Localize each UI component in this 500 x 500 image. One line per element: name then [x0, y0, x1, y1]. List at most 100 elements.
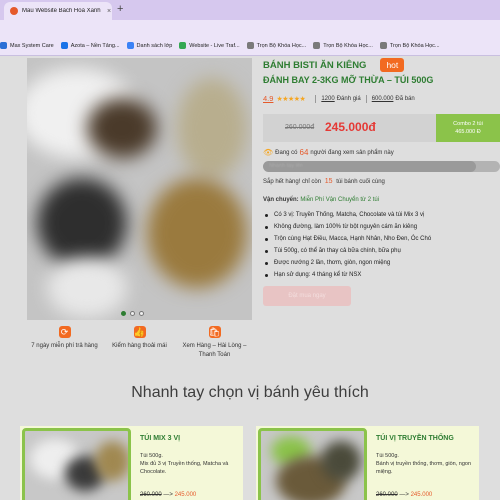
product-title-text: BÁNH BISTI ĂN KIÊNG	[263, 59, 367, 71]
refresh-icon: ⟳	[58, 326, 71, 338]
browser-tabbar: Mẫu Website Bách Hoá Xanh × +	[0, 0, 500, 20]
gallery-dot[interactable]	[121, 311, 126, 316]
card-price: 260.000 —> 245.000	[376, 492, 432, 498]
progress-label: Nhanh tay lên	[269, 163, 303, 169]
sold-label: Đã bán	[395, 95, 415, 102]
page-content: ⟳ 7 ngày miễn phí trả hàng 👍 Kiểm hàng thoả…	[0, 56, 500, 500]
combo-price: 465.000 Đ	[455, 129, 481, 136]
card-new-price: 245.000	[410, 492, 433, 498]
bookmark-label: Azota – Nền Tảng...	[70, 42, 120, 49]
viewers-notice: 👁 Đang có 64 người đang xem sản phẩm này	[263, 148, 495, 157]
product-image-gallery[interactable]	[27, 58, 252, 320]
bookmark-item[interactable]: Trọn Bộ Khóa Học...	[313, 42, 373, 49]
bookmark-label: Trọn Bộ Khóa Học...	[256, 42, 307, 49]
shopping-bag-icon: 🛍	[208, 326, 221, 338]
buy-now-button[interactable]: Đặt mua ngay	[263, 286, 351, 306]
feature-label: Xem Hàng – Hài Lòng – Thanh Toán	[182, 343, 247, 358]
divider	[365, 94, 367, 103]
site-favicon-icon	[10, 7, 18, 15]
thumbs-up-icon: 👍	[133, 326, 146, 338]
rating-value: 4.9	[263, 94, 274, 103]
highlight-item: Túi 500g, có thể ăn thay cả bữa chính, b…	[263, 248, 495, 254]
feature-label: 7 ngày miễn phí trả hàng	[31, 343, 98, 349]
viewers-count: 64	[299, 148, 309, 157]
divider	[315, 94, 317, 103]
card-price-arrow: —>	[163, 492, 173, 498]
bookmark-favicon-icon	[379, 42, 387, 49]
close-tab-icon[interactable]: ×	[107, 8, 111, 15]
highlight-item: Trộn cùng Hạt Điều, Macca, Hạnh Nhân, Nh…	[263, 236, 495, 242]
price-box: 260.000đ 245.000đ Combo 2 túi 465.000 Đ	[263, 114, 500, 142]
combo-label: Combo 2 túi	[453, 121, 483, 127]
browser-tab[interactable]: Mẫu Website Bách Hoá Xanh ×	[4, 2, 112, 20]
bookmarks-bar: Max System Care Azota – Nền Tảng... Danh s…	[0, 36, 500, 56]
bookmark-favicon-icon	[246, 42, 254, 49]
product-title-line1: BÁNH BISTI ĂN KIÊNG hot	[263, 58, 495, 72]
card-name[interactable]: TÚI MIX 3 VỊ	[140, 435, 180, 442]
gallery-pagination	[121, 311, 144, 316]
bookmark-label: Trọn Bộ Khóa Học...	[323, 42, 373, 49]
gallery-dot[interactable]	[130, 311, 135, 316]
card-new-price: 245.000	[174, 492, 197, 498]
bookmark-item[interactable]: Trọn Bộ Khóa Học...	[246, 42, 307, 49]
card-price: 260.000 —> 245.000	[140, 492, 196, 498]
viewers-suffix: người đang xem sản phẩm này	[310, 149, 394, 156]
bookmark-favicon-icon	[60, 42, 68, 49]
bookmark-favicon-icon	[0, 42, 7, 49]
combo-offer-button[interactable]: Combo 2 túi 465.000 Đ	[436, 114, 500, 142]
shipping-label: Vận chuyển:	[263, 197, 299, 203]
old-price: 260.000đ	[285, 124, 315, 131]
bookmark-label: Trọn Bộ Khóa Học...	[389, 42, 440, 49]
bookmark-favicon-icon	[126, 42, 134, 49]
product-title-line2: ĐÁNH BAY 2-3KG MỠ THỪA – TÚI 500G	[263, 75, 434, 85]
new-tab-button[interactable]: +	[117, 3, 123, 15]
shipping-value: Miễn Phí Vận Chuyển từ 2 túi	[300, 197, 380, 203]
sale-price: 245.000đ	[325, 120, 376, 134]
card-price-arrow: —>	[399, 492, 409, 498]
shipping-info: Vận chuyển: Miễn Phí Vận Chuyển từ 2 túi	[263, 197, 495, 207]
rating-stars-icon: ★★★★★	[276, 95, 306, 103]
lowstock-prefix: Sắp hết hàng! chỉ còn	[263, 179, 322, 185]
section-title: Nhanh tay chọn vị bánh yêu thích	[131, 384, 369, 401]
bookmark-item[interactable]: Azota – Nền Tảng...	[60, 42, 120, 49]
viewers-prefix: Đang có	[275, 149, 298, 156]
reviews-label: Đánh giá	[336, 95, 361, 102]
stock-progress-bar: Nhanh tay lên	[263, 161, 500, 172]
hot-badge: hot	[380, 58, 405, 72]
bookmark-item[interactable]: Website - Live Traf...	[179, 42, 240, 49]
gallery-dot[interactable]	[139, 311, 144, 316]
card-name[interactable]: TÚI VỊ TRUYỀN THỐNG	[376, 435, 454, 442]
bookmark-label: Website - Live Traf...	[189, 42, 240, 49]
bookmark-label: Max System Care	[10, 42, 54, 49]
highlight-item: Không đường, làm 100% từ bột nguyên cám …	[263, 224, 495, 230]
card-desc: Túi 500g. Mix đủ 3 vị Truyền thống, Matc…	[140, 453, 229, 475]
bookmark-favicon-icon	[313, 42, 321, 49]
highlight-item: Có 3 vị: Truyền Thống, Matcha, Chocolate…	[263, 212, 495, 218]
bookmark-label: Danh sách lớp	[136, 42, 173, 49]
tab-title: Mẫu Website Bách Hoá Xanh	[22, 8, 101, 14]
product-card[interactable]: TÚI MIX 3 VỊ Túi 500g. Mix đủ 3 vị Truyề…	[20, 426, 243, 500]
product-info: BÁNH BISTI ĂN KIÊNG hot ĐÁNH BAY 2-3KG M…	[263, 58, 500, 306]
service-feature: 🛍 Xem Hàng – Hài Lòng – Thanh Toán	[177, 326, 252, 382]
product-card-image[interactable]	[22, 428, 131, 500]
bookmark-item[interactable]: Max System Care	[0, 42, 54, 49]
reviews-count[interactable]: 1200	[321, 96, 334, 102]
highlight-item: Hạn sử dụng: 4 tháng kể từ NSX	[263, 272, 495, 278]
bookmark-item[interactable]: Trọn Bộ Khóa Học...	[379, 42, 440, 49]
card-old-price: 260.000	[376, 492, 398, 498]
address-bar[interactable]	[0, 20, 500, 36]
bookmark-favicon-icon	[179, 42, 187, 49]
product-card-image[interactable]	[258, 428, 367, 500]
product-card[interactable]: TÚI VỊ TRUYỀN THỐNG Túi 500g. Bánh vị tr…	[256, 426, 479, 500]
bookmark-item[interactable]: Danh sách lớp	[126, 42, 173, 49]
lowstock-suffix: túi bánh cuối cùng	[336, 179, 385, 185]
sold-count: 600.000	[371, 95, 394, 102]
lowstock-count: 15	[324, 178, 333, 185]
card-old-price: 260.000	[140, 492, 162, 498]
card-desc: Túi 500g. Bánh vị truyền thống, thơm, gi…	[376, 453, 472, 475]
eye-icon: 👁	[263, 148, 274, 157]
service-features: ⟳ 7 ngày miễn phí trả hàng 👍 Kiểm hàng thoả…	[27, 326, 252, 382]
product-highlights: Có 3 vị: Truyền Thống, Matcha, Chocolate…	[263, 212, 495, 278]
service-feature: 👍 Kiểm hàng thoải mái	[102, 326, 177, 382]
highlight-item: Được nướng 2 lần, thơm, giòn, ngon miệng	[263, 260, 495, 266]
